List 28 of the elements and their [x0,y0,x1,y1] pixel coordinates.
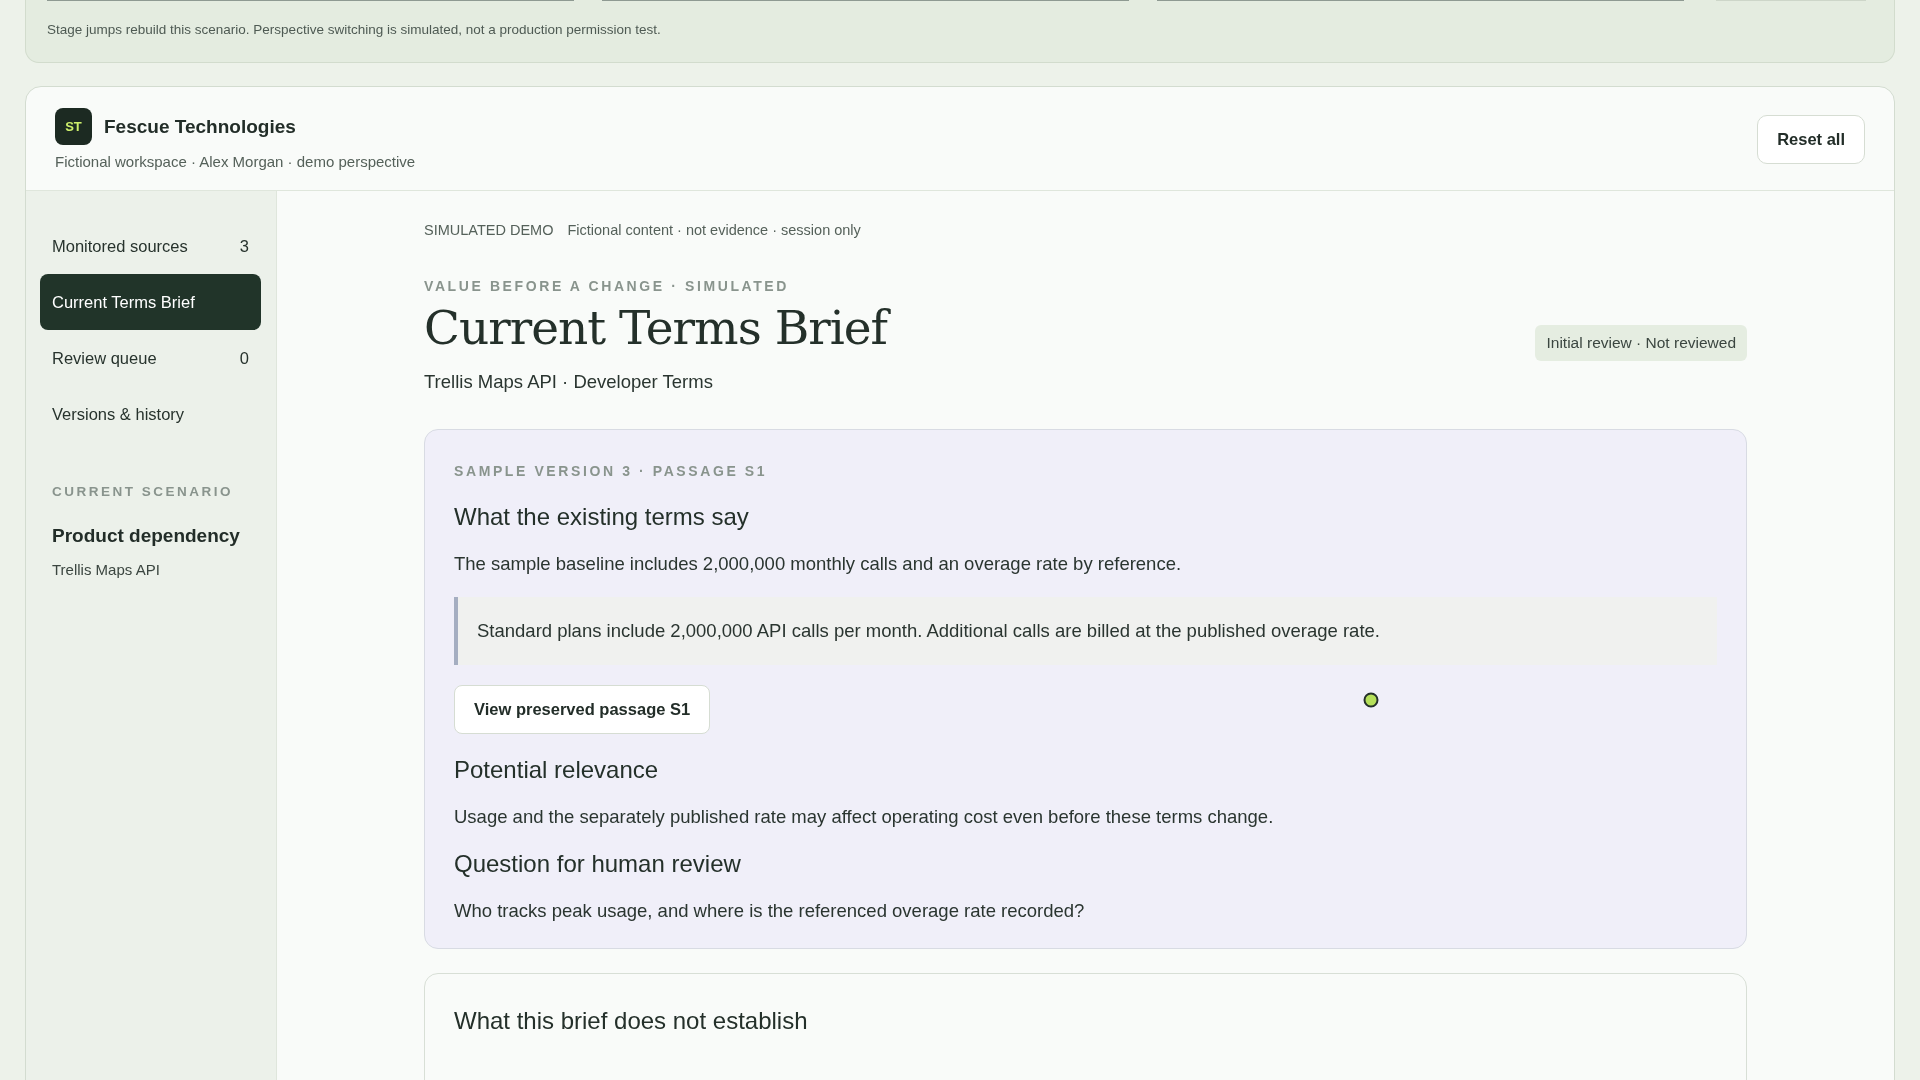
section-text: Usage and the separately published rate may affect operating cost even before these terms change. [454,806,1275,828]
view-passage-button[interactable]: View preserved passage S1 [454,685,711,734]
cursor-dot-icon [1363,691,1380,708]
section-text: Who tracks peak usage, and where is the referenced overage rate recorded? [454,900,1086,922]
section-text: The sample baseline includes 2,000,000 monthly calls and an overage rate by reference. [454,553,1183,575]
section-heading: What this brief does not establish [454,1007,809,1035]
workspace-subtitle: Fictional workspace · Alex Morgan · demo perspective [55,153,416,170]
page-subtitle: Trellis Maps API · Developer Terms [424,371,714,393]
page-kicker: VALUE BEFORE A CHANGE · SIMULATED [424,278,791,294]
sidebar-item[interactable]: Review queue 0 [40,330,261,386]
status-badge: Initial review · Not reviewed [1535,324,1747,361]
section-heading: Potential relevance [454,756,660,784]
scenario-heading: CURRENT SCENARIO [51,484,234,499]
workspace-logo: ST [55,108,92,145]
section-heading: Question for human review [454,850,742,878]
demo-tag: SIMULATED DEMO [424,222,554,238]
card-kicker: SAMPLE VERSION 3 · PASSAGE S1 [454,463,769,479]
scenario-title: Product dependency [51,525,241,547]
sidebar-item[interactable]: Versions & history [40,386,261,442]
section-heading: What the existing terms say [454,503,750,531]
reset-button[interactable]: Reset all [1757,114,1865,164]
quoted-passage: Standard plans include 2,000,000 API calls per month. Additional calls are billed at the published overage rate. [454,597,1717,665]
sidebar-item[interactable]: Current Terms Brief [40,274,261,330]
sidebar-item[interactable]: Monitored sources 3 [40,218,261,274]
scenario-subject: Trellis Maps API [51,561,161,578]
notice-text: Stage jumps rebuild this scenario. Perspective switching is simulated, not a production permission test. [47,22,662,37]
workspace-name: Fescue Technologies [104,115,296,138]
demo-note: Fictional content · not evidence · session only [567,222,861,238]
